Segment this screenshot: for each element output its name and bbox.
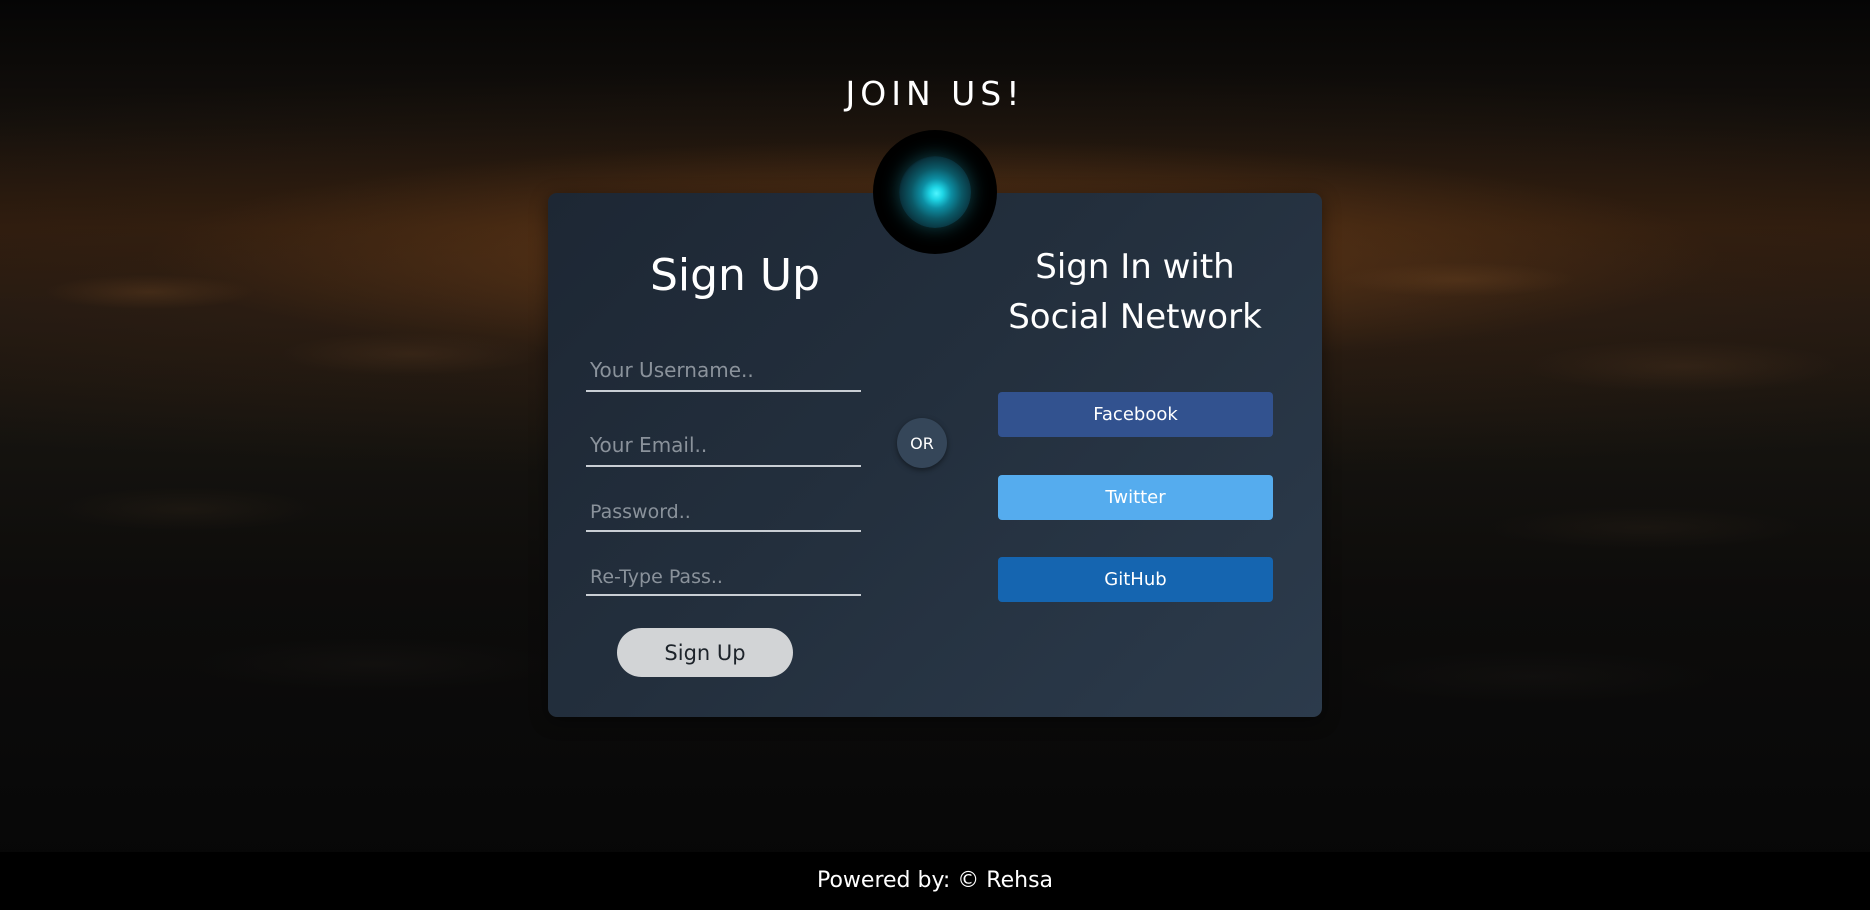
- email-input[interactable]: [586, 424, 861, 467]
- footer-text: Powered by: © Rehsa: [816, 868, 1054, 893]
- username-input[interactable]: [586, 350, 861, 392]
- footer: Powered by: © Rehsa: [0, 852, 1870, 910]
- social-heading-line2: Social Network: [1008, 297, 1262, 337]
- signup-button[interactable]: Sign Up: [617, 628, 793, 677]
- facebook-button[interactable]: Facebook: [998, 392, 1273, 437]
- signup-heading: Sign Up: [649, 250, 821, 301]
- twitter-button[interactable]: Twitter: [998, 475, 1273, 520]
- or-divider-badge: OR: [897, 418, 947, 468]
- glowing-orb-icon: [899, 156, 971, 228]
- retype-password-input[interactable]: [586, 560, 861, 596]
- logo: [873, 130, 997, 254]
- github-button[interactable]: GitHub: [998, 557, 1273, 602]
- social-signin-heading: Sign In with Social Network: [970, 242, 1300, 342]
- page-title: JOIN US!: [845, 74, 1025, 113]
- password-input[interactable]: [586, 494, 861, 532]
- social-heading-line1: Sign In with: [1035, 247, 1235, 287]
